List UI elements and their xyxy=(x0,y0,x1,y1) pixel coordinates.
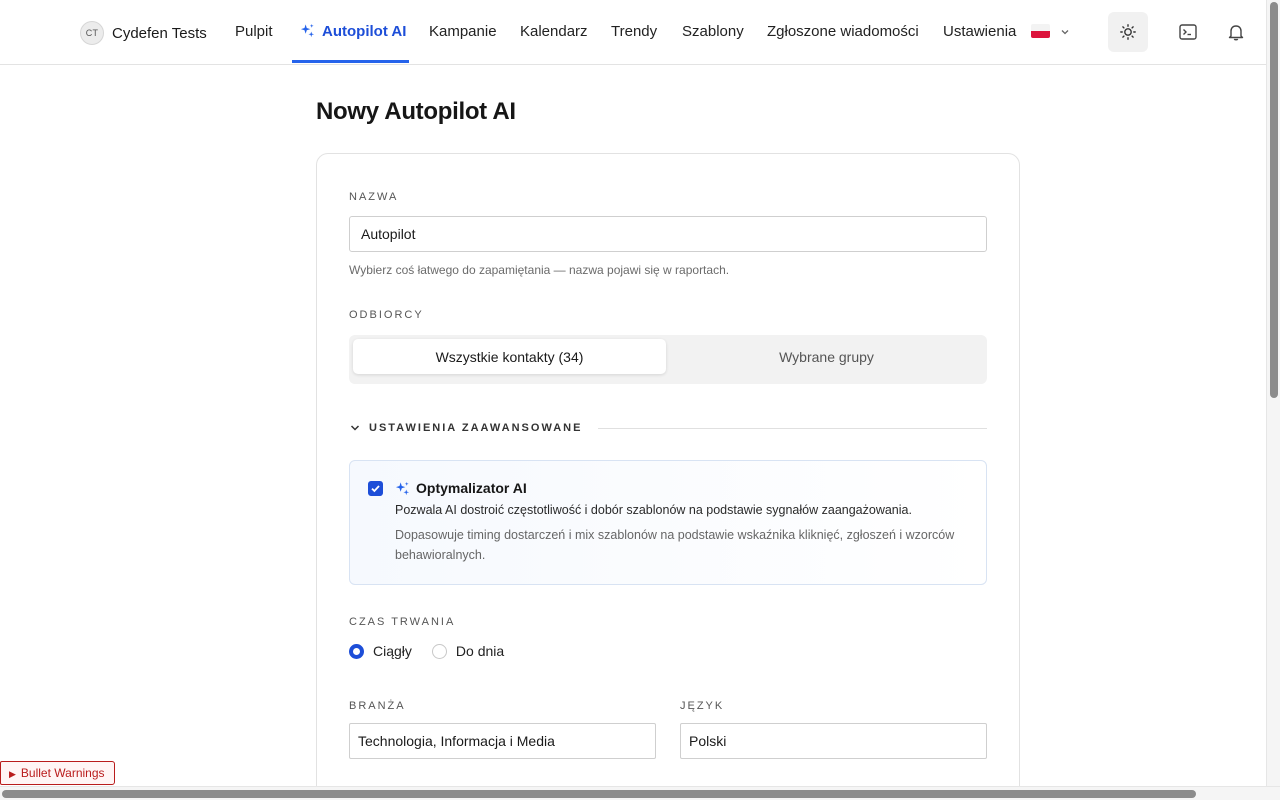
page-title: Nowy Autopilot AI xyxy=(316,98,516,125)
active-tab-indicator xyxy=(292,60,409,63)
recipients-option-all-contacts[interactable]: Wszystkie kontakty (34) xyxy=(353,339,666,374)
ai-optimizer-detail: Dopasowuje timing dostarczeń i mix szabl… xyxy=(395,528,955,562)
terminal-icon xyxy=(1179,24,1197,40)
nav-item-kalendarz[interactable]: Kalendarz xyxy=(520,0,588,64)
sparkle-icon xyxy=(395,481,410,495)
horizontal-scrollbar-thumb[interactable] xyxy=(2,790,1196,798)
nav-item-autopilot-ai-label: Autopilot AI xyxy=(322,23,407,40)
industry-input[interactable]: Technologia, Informacja i Media xyxy=(349,723,656,759)
workspace-switcher[interactable]: CT Cydefen Tests xyxy=(80,21,207,45)
recipients-segmented-control: Wszystkie kontakty (34) Wybrane grupy xyxy=(349,335,987,384)
duration-radio-continuous[interactable] xyxy=(349,643,364,659)
workspace-name: Cydefen Tests xyxy=(112,24,207,42)
advanced-settings-toggle[interactable]: USTAWIENIA ZAAWANSOWANE xyxy=(349,420,987,436)
terminal-button[interactable] xyxy=(1168,12,1208,52)
nav-item-pulpit[interactable]: Pulpit xyxy=(235,0,273,64)
nav-item-zgloszone-wiadomosci[interactable]: Zgłoszone wiadomości xyxy=(767,0,919,64)
duration-option-until-date-label[interactable]: Do dnia xyxy=(456,643,504,659)
bullet-warnings-toggle[interactable]: ▶ Bullet Warnings xyxy=(0,761,115,785)
avatar: CT xyxy=(80,21,104,45)
nav-item-autopilot-ai[interactable]: Autopilot AI xyxy=(300,0,406,64)
name-hint: Wybierz coś łatwego do zapamiętania — na… xyxy=(349,263,730,277)
nav-item-ustawienia[interactable]: Ustawienia xyxy=(943,0,1016,64)
recipients-label: ODBIORCY xyxy=(349,309,424,321)
notifications-button[interactable] xyxy=(1216,12,1256,52)
chevron-down-icon xyxy=(350,425,360,431)
recipients-option-selected-groups[interactable]: Wybrane grupy xyxy=(670,339,983,374)
divider xyxy=(598,427,987,429)
vertical-scrollbar[interactable] xyxy=(1266,0,1280,786)
sparkle-icon xyxy=(300,23,315,38)
duration-label: CZAS TRWANIA xyxy=(349,616,456,628)
bell-icon xyxy=(1228,25,1244,41)
vertical-scrollbar-thumb[interactable] xyxy=(1270,2,1278,398)
duration-radio-until-date[interactable] xyxy=(431,643,447,659)
autopilot-form-card: NAZWA Autopilot Wybierz coś łatwego do z… xyxy=(316,153,1020,800)
ai-optimizer-panel: Optymalizator AI Pozwala AI dostroić czę… xyxy=(349,460,987,585)
language-input[interactable]: Polski xyxy=(680,723,987,759)
checkmark-icon xyxy=(371,485,380,493)
nav-item-trendy[interactable]: Trendy xyxy=(611,0,657,64)
industry-label: BRANŻA xyxy=(349,700,406,712)
ai-optimizer-description: Pozwala AI dostroić częstotliwość i dobó… xyxy=(395,503,912,517)
poland-flag-icon[interactable] xyxy=(1031,24,1050,38)
duration-option-continuous-label[interactable]: Ciągły xyxy=(373,643,412,659)
language-label: JĘZYK xyxy=(680,700,725,712)
top-navigation: CT Cydefen Tests Pulpit Autopilot AI Kam… xyxy=(0,0,1266,65)
ai-optimizer-checkbox[interactable] xyxy=(368,481,383,496)
theme-toggle-button[interactable] xyxy=(1108,12,1148,52)
ai-optimizer-title: Optymalizator AI xyxy=(395,480,527,496)
sun-icon xyxy=(1120,24,1136,40)
play-triangle-icon: ▶ xyxy=(9,769,16,779)
advanced-settings-label: USTAWIENIA ZAAWANSOWANE xyxy=(369,422,583,434)
chevron-down-icon[interactable] xyxy=(1059,26,1071,38)
horizontal-scrollbar[interactable] xyxy=(0,786,1280,800)
nav-item-szablony[interactable]: Szablony xyxy=(682,0,744,64)
name-input[interactable]: Autopilot xyxy=(349,216,987,252)
name-label: NAZWA xyxy=(349,191,399,203)
ai-optimizer-title-text: Optymalizator AI xyxy=(416,480,527,496)
bullet-warnings-label: Bullet Warnings xyxy=(20,766,105,780)
duration-radio-group: Ciągły Do dnia xyxy=(349,643,504,659)
nav-item-kampanie[interactable]: Kampanie xyxy=(429,0,497,64)
